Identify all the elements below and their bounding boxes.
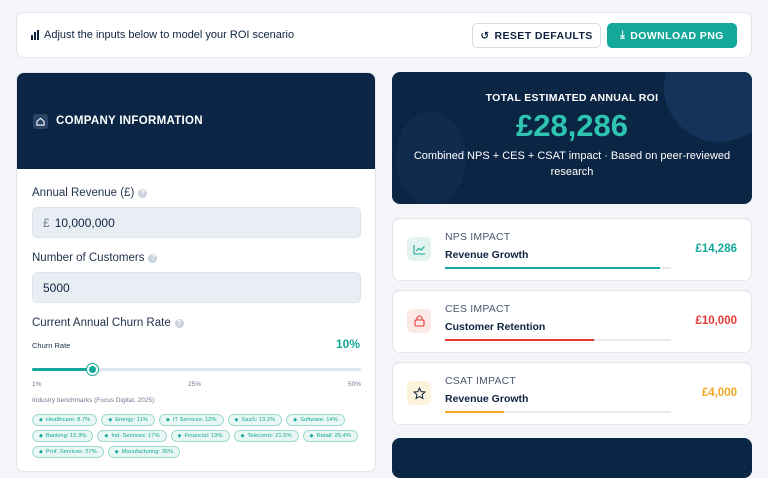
diamond-icon: ◆ bbox=[293, 417, 298, 423]
benchmark-chip-label: Manufacturing: 35% bbox=[121, 449, 174, 455]
impact-amount: £4,000 bbox=[701, 387, 737, 399]
benchmark-chip-label: Financial: 19% bbox=[184, 433, 223, 439]
benchmark-chip-label: Telecoms: 21.5% bbox=[247, 433, 292, 439]
help-icon[interactable]: ? bbox=[138, 188, 148, 198]
benchmarks-title: Industry benchmarks (Focus Digital, 2025… bbox=[32, 397, 156, 404]
refresh-icon: ↺ bbox=[480, 29, 490, 42]
impact-bar-fill bbox=[445, 339, 595, 341]
lock-icon bbox=[407, 309, 431, 333]
impact-bar-fill bbox=[445, 411, 504, 413]
help-icon[interactable]: ? bbox=[148, 253, 158, 263]
customers-input[interactable]: 5000 bbox=[32, 272, 361, 303]
impact-subtitle: Revenue Growth bbox=[445, 393, 529, 405]
tick-max: 50% bbox=[347, 381, 361, 388]
impact-amount: £10,000 bbox=[695, 315, 737, 327]
diamond-icon: ◆ bbox=[39, 433, 43, 439]
benchmark-chip-label: IT Services: 12% bbox=[172, 417, 217, 423]
tick-mid: 25% bbox=[188, 381, 202, 388]
benchmark-chip-label: Ind. Services: 17% bbox=[111, 433, 160, 439]
benchmark-chip[interactable]: ◆ IT Services: 12% bbox=[158, 414, 224, 426]
benchmark-chip[interactable]: ◆ SaaS: 13.2% bbox=[227, 414, 283, 426]
diamond-icon: ◆ bbox=[104, 433, 109, 439]
impact-amount: £14,286 bbox=[695, 243, 737, 255]
benchmark-chip-label: SaaS: 13.2% bbox=[241, 417, 276, 423]
help-icon[interactable]: ? bbox=[174, 318, 184, 328]
impact-name: NPS IMPACT bbox=[445, 231, 511, 243]
benchmark-chip-label: Energy: 11% bbox=[115, 417, 148, 423]
churn-rate-slider[interactable] bbox=[32, 364, 361, 375]
annual-revenue-value: 10,000,000 bbox=[54, 215, 115, 230]
panel-title: COMPANY INFORMATION bbox=[56, 115, 203, 127]
diamond-icon: ◆ bbox=[240, 433, 245, 439]
benchmark-chip[interactable]: ◆ Manufacturing: 35% bbox=[107, 446, 181, 458]
instructions-bar: Adjust the inputs below to model your RO… bbox=[16, 12, 752, 58]
slider-thumb[interactable] bbox=[87, 364, 99, 375]
impact-bar bbox=[445, 267, 671, 269]
annual-revenue-label: Annual Revenue (£)? bbox=[32, 187, 148, 199]
benchmark-chip-label: Banking: 15.3% bbox=[45, 433, 87, 439]
download-png-label: DOWNLOAD PNG bbox=[630, 29, 724, 42]
impact-bar bbox=[445, 411, 671, 413]
churn-slider-label: Churn Rate bbox=[32, 341, 71, 350]
home-icon bbox=[33, 113, 48, 129]
download-icon: ⤓ bbox=[620, 29, 626, 41]
intro-text: Adjust the inputs below to model your RO… bbox=[44, 29, 295, 41]
diamond-icon: ◆ bbox=[165, 417, 170, 423]
download-png-button[interactable]: ⤓ DOWNLOAD PNG bbox=[607, 23, 737, 48]
total-roi-card: TOTAL ESTIMATED ANNUAL ROI £28,286 Combi… bbox=[392, 72, 752, 204]
trend-chart-icon bbox=[407, 237, 431, 261]
csat-impact-card: CSAT IMPACT Revenue Growth £4,000 bbox=[392, 362, 752, 425]
reset-defaults-button[interactable]: ↺ RESET DEFAULTS bbox=[472, 23, 601, 48]
diamond-icon: ◆ bbox=[39, 449, 43, 455]
benchmark-chip[interactable]: ◆ Financial: 19% bbox=[170, 430, 230, 442]
diamond-icon: ◆ bbox=[114, 449, 119, 455]
bar-chart-icon bbox=[31, 30, 39, 40]
tick-min: 1% bbox=[32, 381, 42, 388]
diamond-icon: ◆ bbox=[309, 433, 314, 439]
benchmark-chip-label: Software: 14% bbox=[300, 417, 338, 423]
customers-label: Number of Customers? bbox=[32, 252, 158, 264]
benchmark-chip[interactable]: ◆ Software: 14% bbox=[286, 414, 345, 426]
panel-header: COMPANY INFORMATION bbox=[17, 73, 375, 169]
benchmark-chip[interactable]: ◆ Prof. Services: 27% bbox=[32, 446, 104, 458]
benchmark-chip-label: Healthcare: 8.7% bbox=[45, 417, 91, 423]
diamond-icon: ◆ bbox=[234, 417, 239, 423]
roi-subtitle: Combined NPS + CES + CSAT impact · Based… bbox=[413, 150, 731, 178]
benchmark-chip[interactable]: ◆ Ind. Services: 17% bbox=[97, 430, 167, 442]
company-information-panel: COMPANY INFORMATION Annual Revenue (£)? … bbox=[16, 72, 376, 472]
benchmark-chip[interactable]: ◆ Retail: 25.4% bbox=[302, 430, 358, 442]
benchmark-chip[interactable]: ◆ Energy: 11% bbox=[101, 414, 155, 426]
ces-impact-card: CES IMPACT Customer Retention £10,000 bbox=[392, 290, 752, 353]
benchmark-chips: ◆ Healthcare: 8.7% ◆ Energy: 11% ◆ IT Service… bbox=[32, 414, 368, 458]
benchmark-chip-label: Retail: 25.4% bbox=[316, 433, 351, 439]
bottom-summary-card bbox=[392, 438, 752, 478]
benchmark-chip[interactable]: ◆ Healthcare: 8.7% bbox=[32, 414, 98, 426]
reset-defaults-label: RESET DEFAULTS bbox=[494, 29, 593, 42]
impact-name: CES IMPACT bbox=[445, 303, 511, 315]
diamond-icon: ◆ bbox=[39, 417, 43, 423]
benchmark-chip[interactable]: ◆ Banking: 15.3% bbox=[32, 430, 94, 442]
impact-name: CSAT IMPACT bbox=[445, 375, 517, 387]
star-icon bbox=[407, 381, 431, 405]
slider-fill bbox=[32, 368, 93, 371]
impact-bar bbox=[445, 339, 671, 341]
customers-value: 5000 bbox=[43, 280, 70, 295]
impact-bar-fill bbox=[445, 267, 660, 269]
nps-impact-card: NPS IMPACT Revenue Growth £14,286 bbox=[392, 218, 752, 281]
currency-symbol: £ bbox=[43, 215, 50, 230]
roi-value: £28,286 bbox=[515, 108, 629, 143]
churn-rate-value: 10% bbox=[335, 337, 360, 351]
diamond-icon: ◆ bbox=[177, 433, 182, 439]
benchmark-chip[interactable]: ◆ Telecoms: 21.5% bbox=[233, 430, 299, 442]
roi-label: TOTAL ESTIMATED ANNUAL ROI bbox=[485, 92, 659, 104]
churn-rate-label: Current Annual Churn Rate? bbox=[32, 317, 184, 329]
annual-revenue-input[interactable]: £ 10,000,000 bbox=[32, 207, 361, 238]
impact-subtitle: Customer Retention bbox=[445, 321, 546, 333]
impact-subtitle: Revenue Growth bbox=[445, 249, 529, 261]
diamond-icon: ◆ bbox=[108, 417, 113, 423]
benchmark-chip-label: Prof. Services: 27% bbox=[45, 449, 97, 455]
